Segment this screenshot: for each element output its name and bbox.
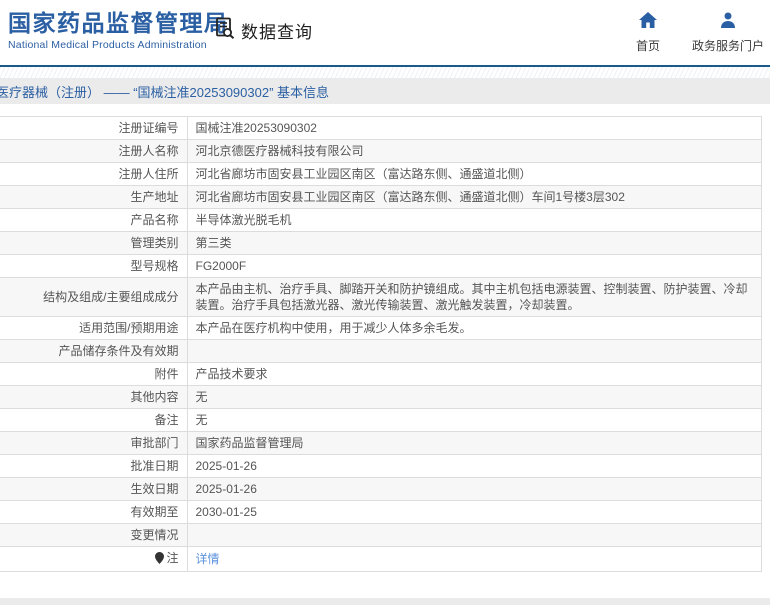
table-row: 注册人名称 河北京德医疗器械科技有限公司 bbox=[0, 139, 762, 163]
row-value: 详情 bbox=[187, 546, 762, 572]
row-label-text: 产品储存条件及有效期 bbox=[58, 344, 179, 358]
row-value: 半导体激光脱毛机 bbox=[187, 208, 762, 232]
row-label: 有效期至 bbox=[0, 500, 188, 524]
nav-home-label: 首页 bbox=[635, 39, 660, 53]
nav-portal[interactable]: 政务服务门户 bbox=[692, 12, 764, 54]
table-row: 注册人住所 河北省廊坊市固安县工业园区南区（富达路东侧、通盛道北侧） bbox=[0, 162, 762, 186]
user-icon bbox=[720, 12, 736, 33]
row-label: 型号规格 bbox=[0, 254, 188, 278]
row-label: 注册人住所 bbox=[0, 162, 188, 186]
row-label-text: 附件 bbox=[154, 367, 179, 381]
row-label: 审批部门 bbox=[0, 431, 188, 455]
row-label-text: 型号规格 bbox=[130, 259, 179, 273]
row-label: 生效日期 bbox=[0, 477, 188, 501]
row-label: 附件 bbox=[0, 362, 188, 386]
table-row: 批准日期 2025-01-26 bbox=[0, 454, 762, 478]
row-label: 注册人名称 bbox=[0, 139, 188, 163]
table-row: 结构及组成/主要组成成分 本产品由主机、治疗手具、脚踏开关和防护镜组成。其中主机… bbox=[0, 277, 762, 317]
logo-title-cn: 国家药品监督管理局 bbox=[8, 10, 229, 36]
table-row: 有效期至 2030-01-25 bbox=[0, 500, 762, 524]
row-value bbox=[187, 339, 762, 363]
table-row: 审批部门 国家药品监督管理局 bbox=[0, 431, 762, 455]
row-label-text: 注 bbox=[166, 551, 179, 565]
nav-portal-label: 政务服务门户 bbox=[691, 39, 764, 53]
table-row: 附件 产品技术要求 bbox=[0, 362, 762, 386]
row-value: 河北省廊坊市固安县工业园区南区（富达路东侧、通盛道北侧） bbox=[187, 162, 762, 186]
row-value: 无 bbox=[187, 385, 762, 409]
table-row: 生效日期 2025-01-26 bbox=[0, 477, 762, 501]
row-value: 产品技术要求 bbox=[187, 362, 762, 386]
row-label: 管理类别 bbox=[0, 231, 188, 255]
data-query-label: 数据查询 bbox=[241, 23, 313, 42]
detail-link[interactable]: 详情 bbox=[196, 552, 220, 566]
row-label-text: 生效日期 bbox=[130, 482, 179, 496]
row-value: 本产品由主机、治疗手具、脚踏开关和防护镜组成。其中主机包括电源装置、控制装置、防… bbox=[187, 277, 762, 317]
note-pin-icon bbox=[155, 552, 165, 568]
table-row: 适用范围/预期用途 本产品在医疗机构中使用，用于减少人体多余毛发。 bbox=[0, 316, 762, 340]
row-label: 批准日期 bbox=[0, 454, 188, 478]
table-row: 备注 无 bbox=[0, 408, 762, 432]
row-label: 备注 bbox=[0, 408, 188, 432]
row-label-text: 备注 bbox=[154, 413, 179, 427]
document-search-icon bbox=[213, 16, 237, 45]
row-label-text: 其他内容 bbox=[130, 390, 179, 404]
nmpa-logo[interactable]: 国家药品监督管理局 National Medical Products Admi… bbox=[8, 10, 229, 52]
header-nav: 首页 政务服务门户 bbox=[636, 12, 764, 54]
table-row: 注 详情 bbox=[0, 546, 762, 572]
registration-info-table: 注册证编号 国械注准20253090302 注册人名称 河北京德医疗器械科技有限… bbox=[0, 116, 762, 572]
row-label-text: 变更情况 bbox=[130, 528, 179, 542]
row-label-text: 适用范围/预期用途 bbox=[79, 321, 179, 335]
row-label-text: 注册证编号 bbox=[118, 121, 179, 135]
row-value: 2030-01-25 bbox=[187, 500, 762, 524]
breadcrumb-bar: 医疗器械（注册） —— “国械注准20253090302” 基本信息 bbox=[0, 78, 770, 104]
nav-home[interactable]: 首页 bbox=[636, 12, 660, 54]
footer-strip bbox=[0, 598, 770, 605]
row-label: 变更情况 bbox=[0, 523, 188, 547]
row-label: 产品储存条件及有效期 bbox=[0, 339, 188, 363]
table-row: 产品储存条件及有效期 bbox=[0, 339, 762, 363]
row-label-text: 产品名称 bbox=[130, 213, 179, 227]
row-value: 河北京德医疗器械科技有限公司 bbox=[187, 139, 762, 163]
row-label-text: 管理类别 bbox=[130, 236, 179, 250]
row-value: 国家药品监督管理局 bbox=[187, 431, 762, 455]
row-value: 河北省廊坊市固安县工业园区南区（富达路东侧、通盛道北侧）车间1号楼3层302 bbox=[187, 185, 762, 209]
row-value: 2025-01-26 bbox=[187, 454, 762, 478]
table-row: 产品名称 半导体激光脱毛机 bbox=[0, 208, 762, 232]
row-label: 注 bbox=[0, 546, 188, 572]
row-value: 国械注准20253090302 bbox=[187, 116, 762, 140]
table-row: 生产地址 河北省廊坊市固安县工业园区南区（富达路东侧、通盛道北侧）车间1号楼3层… bbox=[0, 185, 762, 209]
table-row: 型号规格 FG2000F bbox=[0, 254, 762, 278]
header: 国家药品监督管理局 National Medical Products Admi… bbox=[0, 0, 770, 65]
row-label-text: 审批部门 bbox=[130, 436, 179, 450]
row-label: 产品名称 bbox=[0, 208, 188, 232]
row-value: 第三类 bbox=[187, 231, 762, 255]
row-value: 本产品在医疗机构中使用，用于减少人体多余毛发。 bbox=[187, 316, 762, 340]
table-row: 其他内容 无 bbox=[0, 385, 762, 409]
table-row: 变更情况 bbox=[0, 523, 762, 547]
row-label: 适用范围/预期用途 bbox=[0, 316, 188, 340]
row-label-text: 批准日期 bbox=[130, 459, 179, 473]
row-label-text: 注册人住所 bbox=[118, 167, 179, 181]
table-row: 管理类别 第三类 bbox=[0, 231, 762, 255]
row-label-text: 结构及组成/主要组成成分 bbox=[43, 290, 179, 304]
data-query-section[interactable]: 数据查询 bbox=[213, 16, 313, 45]
stripe-band bbox=[0, 67, 770, 78]
row-label-text: 生产地址 bbox=[130, 190, 179, 204]
row-label-text: 有效期至 bbox=[130, 505, 179, 519]
row-label: 其他内容 bbox=[0, 385, 188, 409]
row-label: 生产地址 bbox=[0, 185, 188, 209]
row-label: 注册证编号 bbox=[0, 116, 188, 140]
row-value bbox=[187, 523, 762, 547]
row-label-text: 注册人名称 bbox=[118, 144, 179, 158]
home-icon bbox=[638, 12, 657, 33]
breadcrumb: 医疗器械（注册） —— “国械注准20253090302” 基本信息 bbox=[0, 84, 330, 100]
row-label: 结构及组成/主要组成成分 bbox=[0, 277, 188, 317]
logo-title-en: National Medical Products Administration bbox=[8, 39, 207, 51]
row-value: FG2000F bbox=[187, 254, 762, 278]
info-table-body: 注册证编号 国械注准20253090302 注册人名称 河北京德医疗器械科技有限… bbox=[0, 116, 762, 572]
row-value: 无 bbox=[187, 408, 762, 432]
table-row: 注册证编号 国械注准20253090302 bbox=[0, 116, 762, 140]
row-value: 2025-01-26 bbox=[187, 477, 762, 501]
detail-table-container: 注册证编号 国械注准20253090302 注册人名称 河北京德医疗器械科技有限… bbox=[0, 116, 762, 572]
